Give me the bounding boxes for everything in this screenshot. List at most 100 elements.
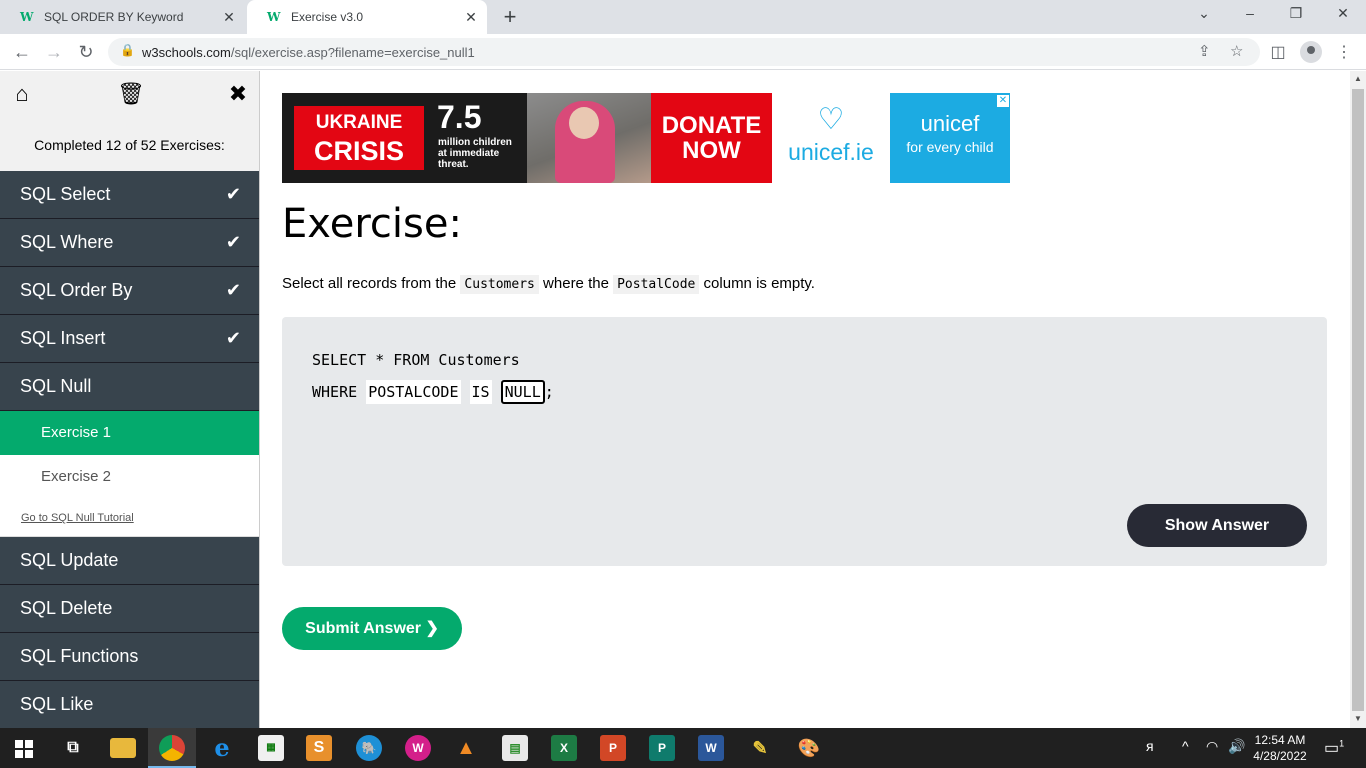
reload-icon[interactable]: ↻ [74,40,98,64]
ad-unicef-ie[interactable]: ♡ unicef.ie [772,93,890,183]
heart-cursor-icon: ♡ [817,103,845,136]
answer-input-2[interactable]: IS [469,380,492,404]
sidebar-exercise-1[interactable]: Exercise 1 [0,411,259,455]
chapter-sql-functions[interactable]: SQL Functions [0,633,259,681]
chapter-label: SQL Like [20,694,94,714]
sublime-text-icon[interactable]: S [306,735,332,761]
profile-avatar-icon[interactable] [1300,41,1322,63]
page-scrollbar[interactable]: ▲ ▼ [1350,71,1366,728]
ad-donate-line2: NOW [682,137,741,164]
chapter-sql-order-by[interactable]: SQL Order By ✔ [0,267,259,315]
tray-chevron-icon[interactable]: ^ [1182,738,1189,754]
chapter-sql-delete[interactable]: SQL Delete [0,585,259,633]
new-tab-icon[interactable]: + [498,4,522,30]
desc-text: where the [543,275,609,292]
wamp-icon[interactable]: W [405,735,431,761]
task-view-icon[interactable]: ⧉ [60,735,86,761]
powerpoint-icon[interactable]: P [600,735,626,761]
share-icon[interactable]: ⇪ [1198,42,1211,60]
tab-search-chevron-icon[interactable]: ⌄ [1194,5,1214,22]
excel-icon[interactable]: X [551,735,577,761]
file-explorer-icon[interactable] [110,738,136,758]
chapter-sql-update[interactable]: SQL Update [0,537,259,585]
volume-icon[interactable]: 🔊 [1228,738,1245,755]
windows-start-icon[interactable] [15,740,33,758]
side-panel-icon[interactable]: ◫ [1268,42,1288,62]
answer-input-1[interactable]: POSTALCODE [366,380,461,404]
progress-text: Completed 12 of 52 Exercises: [34,137,225,153]
taskbar-clock[interactable]: 12:54 AM 4/28/2022 [1248,732,1312,764]
calc-icon[interactable]: ▤ [502,735,528,761]
browser-tab-active[interactable]: W Exercise v3.0 ✕ [247,0,487,34]
w3schools-favicon-icon: W [20,10,34,24]
ad-banner[interactable]: UKRAINE CRISIS 7.5 million children at i… [282,93,1010,183]
publisher-setup-icon[interactable]: ▦ [258,735,284,761]
chapter-label: SQL Delete [20,598,113,618]
exercise-sidebar: ⌂ 🗑 ✖ Completed 12 of 52 Exercises: SQL … [0,71,260,728]
answer-input-3[interactable]: NULL [500,380,545,404]
scroll-up-icon[interactable]: ▲ [1350,74,1366,83]
close-sidebar-icon[interactable]: ✖ [225,81,251,107]
code-keyword: WHERE [312,383,358,401]
desc-text: column is empty. [703,275,815,292]
ad-unicef-tagline: for every child [906,139,994,155]
back-arrow-icon[interactable]: ← [10,40,34,64]
ad-crisis-line2: CRISIS [313,136,405,166]
chapter-sql-like[interactable]: SQL Like [0,681,259,728]
scroll-down-icon[interactable]: ▼ [1350,714,1366,723]
notification-icon[interactable]: ▭1 [1324,738,1344,758]
exercise-description: Select all records from the Customers wh… [282,275,815,294]
page-title: Exercise: [282,201,462,247]
code-line-2: WHERE POSTALCODE IS NULL; [312,380,554,404]
chrome-icon[interactable] [159,735,185,761]
chapter-label: SQL Null [20,376,92,396]
chapter-label: SQL Insert [20,328,106,348]
ad-donate-button[interactable]: DONATE NOW [651,93,772,183]
close-icon[interactable]: ✕ [463,9,479,26]
ad-close-icon[interactable]: ✕ [996,94,1010,108]
sidebar-exercise-2[interactable]: Exercise 2 [0,455,259,499]
edge-icon[interactable]: e [209,735,235,761]
desc-text: Select all records from the [282,275,457,292]
chapter-sql-select[interactable]: SQL Select ✔ [0,171,259,219]
project-icon[interactable]: P [649,735,675,761]
word-icon[interactable]: W [698,735,724,761]
trash-icon[interactable]: 🗑 [117,81,145,107]
ad-crisis-line1: UKRAINE [315,112,403,133]
paint-icon[interactable]: 🎨 [796,735,822,761]
evernote-icon[interactable]: 🐘 [356,735,382,761]
url-bar[interactable]: 🔒 w3schools.com/sql/exercise.asp?filenam… [108,38,1260,66]
chapter-sql-where[interactable]: SQL Where ✔ [0,219,259,267]
tool-icon[interactable]: ✎ [747,735,773,761]
show-answer-button[interactable]: Show Answer [1127,504,1307,547]
close-icon[interactable]: ✕ [221,9,237,26]
bookmark-star-icon[interactable]: ☆ [1230,42,1243,60]
url-text[interactable]: w3schools.com/sql/exercise.asp?filename=… [142,45,475,60]
chapter-sql-null[interactable]: SQL Null [0,363,259,411]
menu-dots-icon[interactable]: ⋮ [1334,42,1354,62]
checkmark-icon: ✔ [225,280,241,300]
wifi-icon[interactable]: ◠ [1206,738,1218,755]
ad-subtext: million children at immediate threat. [438,137,528,170]
browser-tab-strip: W SQL ORDER BY Keyword ✕ W Exercise v3.0… [0,0,1366,34]
vlc-icon[interactable]: ▲ [453,735,479,761]
minimize-icon[interactable]: – [1240,5,1260,21]
chapter-sql-insert[interactable]: SQL Insert ✔ [0,315,259,363]
forward-arrow-icon[interactable]: → [42,40,66,64]
ad-subtext-line: million children [438,137,512,148]
tutorial-link[interactable]: Go to SQL Null Tutorial [0,499,259,537]
people-icon[interactable]: ᴙ [1146,738,1154,754]
browser-tab[interactable]: W SQL ORDER BY Keyword ✕ [0,0,245,34]
checkmark-icon: ✔ [225,184,241,204]
scroll-thumb[interactable] [1352,89,1364,711]
home-icon[interactable]: ⌂ [9,81,35,107]
ad-unicef-logo[interactable]: unicef for every child [890,93,1010,183]
ad-donate-line1: DONATE [661,112,762,139]
submit-answer-button[interactable]: Submit Answer ❯ [282,607,462,650]
window-close-icon[interactable]: ✕ [1333,5,1353,22]
checkmark-icon: ✔ [225,232,241,252]
restore-icon[interactable]: ❐ [1286,5,1306,22]
code-editor-box: SELECT * FROM Customers WHERE POSTALCODE… [282,317,1327,566]
ad-unicef-domain: unicef.ie [788,139,874,165]
lock-icon[interactable]: 🔒 [120,43,135,57]
